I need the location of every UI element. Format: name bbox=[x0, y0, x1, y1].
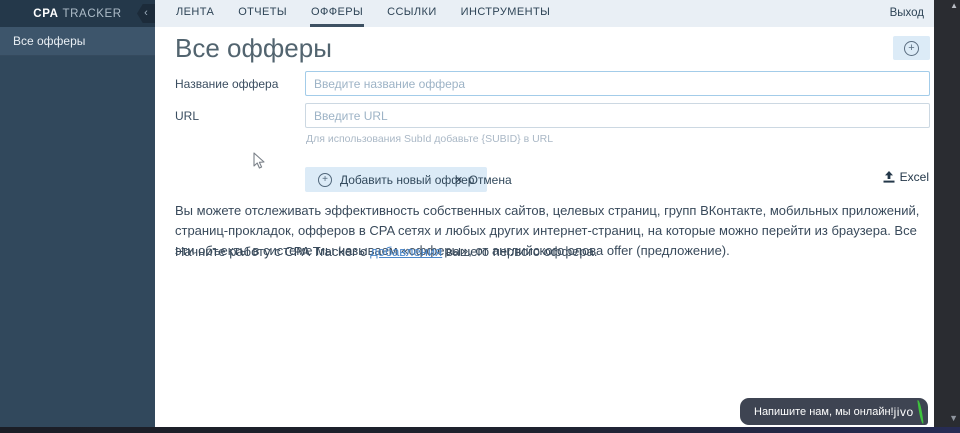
excel-button-label: Excel bbox=[899, 170, 929, 184]
getting-started-text: Начните работу с CPA Tracker с добавлени… bbox=[175, 244, 598, 259]
excel-export-button[interactable]: Excel bbox=[883, 170, 929, 184]
offer-url-label: URL bbox=[175, 109, 200, 123]
cancel-button-label: Отмена bbox=[468, 172, 512, 187]
close-icon: × bbox=[455, 172, 463, 187]
tab-ssylki[interactable]: ССЫЛКИ bbox=[386, 0, 438, 27]
chat-message: Напишите нам, мы онлайн! bbox=[754, 405, 894, 418]
brand-rest: TRACKER bbox=[62, 7, 122, 20]
scroll-down-icon[interactable]: ▼ bbox=[949, 413, 958, 423]
jivo-logo: jivo bbox=[893, 404, 914, 419]
tab-lenta[interactable]: ЛЕНТА bbox=[175, 0, 215, 27]
add-offer-toggle-button[interactable]: + bbox=[893, 36, 930, 60]
scroll-up-icon[interactable]: ▲ bbox=[950, 1, 958, 10]
tab-instrumenty[interactable]: ИНСТРУМЕНТЫ bbox=[460, 0, 552, 27]
sidebar-item-all-offers[interactable]: Все офферы bbox=[0, 27, 155, 56]
page-title: Все офферы bbox=[175, 33, 332, 63]
tab-otchety[interactable]: ОТЧЕТЫ bbox=[237, 0, 288, 27]
offer-url-input[interactable] bbox=[305, 103, 930, 128]
cancel-button[interactable]: × Отмена bbox=[455, 167, 512, 192]
bottom-edge-bar bbox=[0, 427, 960, 433]
tab-offery[interactable]: ОФФЕРЫ bbox=[310, 0, 365, 27]
app-window: CPA TRACKER ‹ Все офферы ЛЕНТА ОТЧЕТЫ ОФФ… bbox=[0, 0, 960, 433]
app-logo: CPA TRACKER bbox=[33, 8, 121, 20]
offer-name-label: Название оффера bbox=[175, 77, 279, 91]
logout-link[interactable]: Выход bbox=[890, 0, 924, 27]
brand-bold: CPA bbox=[33, 7, 59, 20]
start-text-before: Начните работу с CPA Tracker с bbox=[175, 244, 371, 259]
sidebar: CPA TRACKER ‹ Все офферы bbox=[0, 0, 155, 427]
main-content: Все офферы + Название оффера URL Для исп… bbox=[155, 27, 934, 427]
subid-hint: Для использования SubId добавьте {SUBID}… bbox=[306, 133, 554, 145]
add-offer-link[interactable]: добавления bbox=[370, 244, 442, 259]
offer-name-input[interactable] bbox=[305, 71, 930, 96]
plus-circle-icon: + bbox=[904, 40, 919, 56]
jivo-leaf-icon bbox=[916, 399, 924, 424]
sidebar-header: CPA TRACKER ‹ bbox=[0, 0, 155, 27]
plus-circle-icon: + bbox=[318, 172, 332, 187]
chat-widget[interactable]: Напишите нам, мы онлайн! jivo bbox=[740, 398, 928, 425]
upload-icon bbox=[883, 171, 895, 183]
start-text-after: вашего первого оффера. bbox=[442, 244, 598, 259]
sidebar-collapse-button[interactable]: ‹ bbox=[137, 4, 155, 23]
top-navigation: ЛЕНТА ОТЧЕТЫ ОФФЕРЫ ССЫЛКИ ИНСТРУМЕНТЫ В… bbox=[155, 0, 934, 27]
chevron-left-icon: ‹ bbox=[144, 7, 148, 19]
scrollbar[interactable]: ▲ ▼ bbox=[934, 0, 960, 427]
